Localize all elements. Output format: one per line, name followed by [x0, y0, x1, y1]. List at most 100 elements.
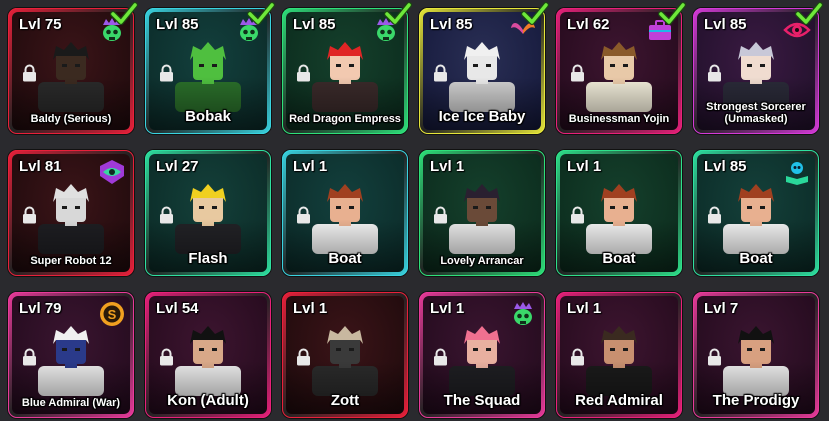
unit-level: Lvl 1: [293, 158, 328, 175]
lock-icon[interactable]: [159, 348, 174, 366]
lock-icon[interactable]: [433, 348, 448, 366]
unit-card[interactable]: Lvl 85 Bobak: [145, 2, 275, 134]
equipped-check-icon: [384, 2, 412, 25]
lock-icon[interactable]: [707, 206, 722, 224]
unit-name: Red Admiral: [575, 391, 663, 409]
unit-level: Lvl 62: [567, 16, 610, 33]
unit-card-body: Lvl 27 Flash: [149, 154, 267, 272]
unit-name: Boat: [328, 249, 362, 267]
unit-card[interactable]: Lvl 1 Boat: [282, 150, 408, 276]
unit-card-body: Lvl 85 Boat: [697, 154, 815, 272]
unit-level: Lvl 79: [19, 300, 62, 317]
unit-card[interactable]: Lvl 81 Super Robot 12: [8, 150, 134, 276]
unit-card[interactable]: Lvl 79 S Blue Admiral (War): [8, 292, 134, 418]
unit-name: The Squad: [443, 391, 521, 409]
equipped-check-icon: [247, 2, 275, 25]
unit-name: Boat: [602, 249, 636, 267]
unit-card[interactable]: Lvl 1 Zott: [282, 292, 408, 418]
unit-card[interactable]: Lvl 85 Boat: [693, 150, 819, 276]
lock-icon[interactable]: [22, 348, 37, 366]
unit-card[interactable]: Lvl 7 The Prodigy: [693, 292, 819, 418]
unit-name: Strongest Sorcerer (Unmasked): [706, 100, 806, 125]
unit-level: Lvl 85: [430, 16, 473, 33]
unit-level: Lvl 7: [704, 300, 739, 317]
unit-name: Flash: [188, 249, 228, 267]
lock-icon[interactable]: [296, 64, 311, 82]
unit-name: Boat: [739, 249, 773, 267]
unit-card[interactable]: Lvl 85 Strongest Sorcerer (Unmasked): [693, 2, 823, 134]
unit-card[interactable]: Lvl 54 Kon (Adult): [145, 292, 271, 418]
unit-level: Lvl 27: [156, 158, 199, 175]
unit-card[interactable]: Lvl 1 Red Admiral: [556, 292, 682, 418]
unit-card[interactable]: Lvl 85 Ice Ice Baby: [419, 2, 549, 134]
unit-card-body: Lvl 85 Ice Ice Baby: [423, 12, 541, 130]
unit-card[interactable]: Lvl 1 Boat: [556, 150, 682, 276]
unit-name: Super Robot 12: [30, 254, 112, 267]
unit-card[interactable]: Lvl 27 Flash: [145, 150, 271, 276]
unit-name: Businessman Yojin: [568, 112, 670, 125]
unit-card-body: Lvl 79 S Blue Admiral (War): [12, 296, 130, 414]
equipped-check-icon: [795, 2, 823, 25]
unit-name: Baldy (Serious): [30, 112, 112, 125]
unit-name: Kon (Adult): [167, 391, 249, 409]
lock-icon[interactable]: [433, 64, 448, 82]
unit-level: Lvl 85: [293, 16, 336, 33]
lock-icon[interactable]: [570, 348, 585, 366]
lock-icon[interactable]: [296, 348, 311, 366]
unit-card[interactable]: Lvl 85 Red Dragon Empress: [282, 2, 412, 134]
unit-card[interactable]: Lvl 1 The Squad: [419, 292, 545, 418]
unit-card-body: Lvl 81 Super Robot 12: [12, 154, 130, 272]
unit-name: Ice Ice Baby: [438, 107, 526, 125]
unit-level: Lvl 1: [567, 158, 602, 175]
lock-icon[interactable]: [570, 64, 585, 82]
unit-card-body: Lvl 85 Strongest Sorcerer (Unmasked): [697, 12, 815, 130]
unit-card-body: Lvl 1 Boat: [560, 154, 678, 272]
lock-icon[interactable]: [707, 348, 722, 366]
unit-name: Lovely Arrancar: [440, 254, 524, 267]
unit-name: Bobak: [185, 107, 231, 125]
lock-icon[interactable]: [296, 206, 311, 224]
unit-level: Lvl 85: [704, 158, 747, 175]
unit-card-body: Lvl 54 Kon (Adult): [149, 296, 267, 414]
equipped-check-icon: [521, 2, 549, 25]
lock-icon[interactable]: [22, 64, 37, 82]
unit-name: Blue Admiral (War): [21, 396, 121, 409]
unit-card[interactable]: Lvl 62 Businessman Yojin: [556, 2, 686, 134]
unit-card[interactable]: Lvl 1 Lovely Arrancar: [419, 150, 545, 276]
unit-level: Lvl 1: [430, 300, 465, 317]
unit-card-body: Lvl 7 The Prodigy: [697, 296, 815, 414]
unit-level: Lvl 75: [19, 16, 62, 33]
unit-level: Lvl 81: [19, 158, 62, 175]
unit-name: The Prodigy: [712, 391, 800, 409]
unit-card-body: Lvl 1 Red Admiral: [560, 296, 678, 414]
lock-icon[interactable]: [22, 206, 37, 224]
unit-card-body: Lvl 1 Zott: [286, 296, 404, 414]
unit-level: Lvl 1: [567, 300, 602, 317]
unit-card[interactable]: Lvl 75 Baldy (Serious): [8, 2, 138, 134]
unit-level: Lvl 1: [293, 300, 328, 317]
unit-card-body: Lvl 85 Red Dragon Empress: [286, 12, 404, 130]
coin-badge-icon: S: [100, 302, 124, 326]
unit-level: Lvl 1: [430, 158, 465, 175]
equipped-check-icon: [658, 2, 686, 25]
unit-card-body: Lvl 75 Baldy (Serious): [12, 12, 130, 130]
unit-card-body: Lvl 1 Lovely Arrancar: [423, 154, 541, 272]
lock-icon[interactable]: [433, 206, 448, 224]
lock-icon[interactable]: [570, 206, 585, 224]
all-seeing-eye-icon: [100, 160, 124, 184]
unit-card-body: Lvl 1 The Squad: [423, 296, 541, 414]
unit-level: Lvl 85: [156, 16, 199, 33]
unit-name: Zott: [330, 391, 360, 409]
unit-card-body: Lvl 85 Bobak: [149, 12, 267, 130]
unit-level: Lvl 85: [704, 16, 747, 33]
unit-inventory-grid: Lvl 75 Baldy (Serious) Lvl 85 Bobak Lvl 85 Re…: [0, 0, 829, 421]
lock-icon[interactable]: [159, 206, 174, 224]
book-skull-icon: [786, 162, 808, 185]
lock-icon[interactable]: [159, 64, 174, 82]
skull-crown-icon: [514, 302, 532, 325]
unit-card-body: Lvl 62 Businessman Yojin: [560, 12, 678, 130]
unit-name: Red Dragon Empress: [289, 112, 401, 125]
equipped-check-icon: [110, 2, 138, 25]
lock-icon[interactable]: [707, 64, 722, 82]
unit-card-body: Lvl 1 Boat: [286, 154, 404, 272]
